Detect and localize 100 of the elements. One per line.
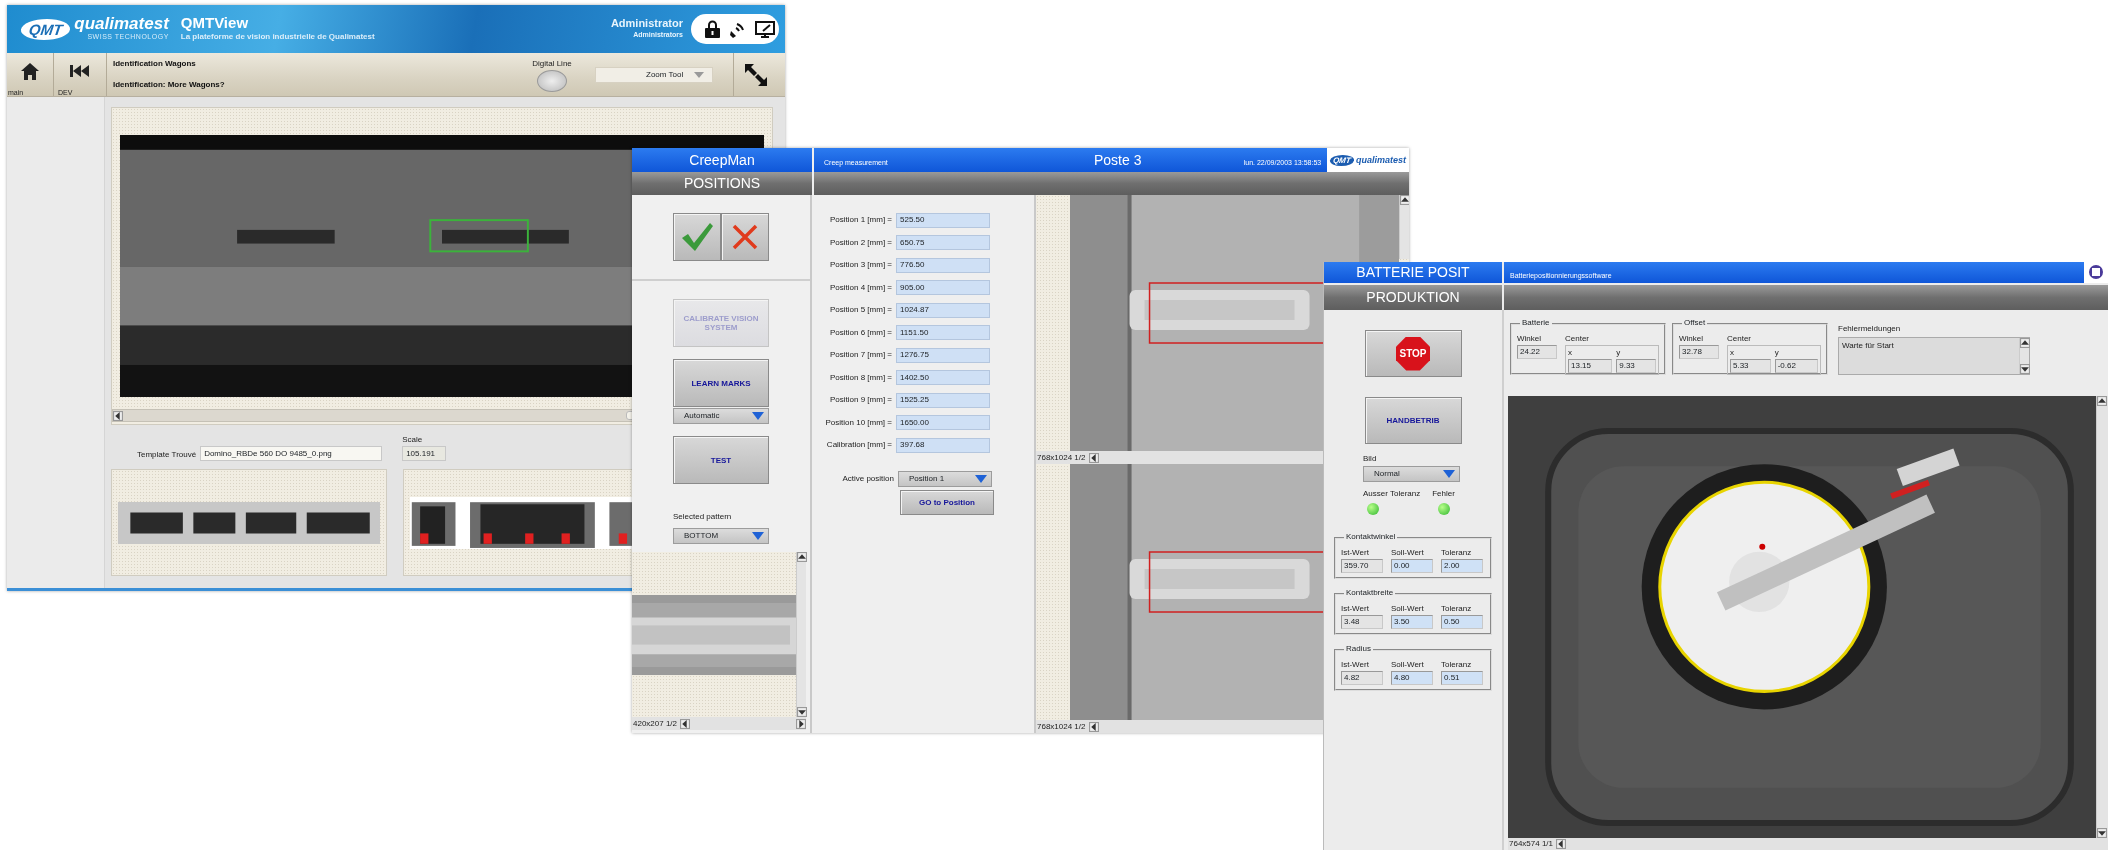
home-icon <box>21 62 39 80</box>
field-label: Ist-Wert <box>1341 603 1370 615</box>
signal-icon[interactable] <box>729 20 746 38</box>
field-label: Bild <box>1363 453 1378 465</box>
toolbar-label: Identification: More Wagons? <box>113 79 226 92</box>
input-field[interactable]: 1525.25 <box>896 392 990 408</box>
input-field[interactable]: -0.62 <box>1774 359 1818 373</box>
input-field[interactable]: 24.22 <box>1517 345 1557 359</box>
toolbar-label: Identification Wagons <box>113 57 197 70</box>
image-size-label: 768x1024 1/2 <box>1037 451 1086 464</box>
field-label: Calibration [mm] = <box>825 439 893 452</box>
dropdown[interactable]: BOTTOM <box>673 528 769 544</box>
app-subtitle: La plateforme de vision industrielle de Qualimatest <box>180 31 375 44</box>
input-field[interactable]: 359.70 <box>1341 559 1383 573</box>
field-label: x <box>1730 347 1735 359</box>
dropdown[interactable]: Automatic <box>673 408 769 424</box>
vertical-scrollbar[interactable] <box>2096 396 2108 838</box>
stop-button[interactable]: STOP <box>1364 330 1462 377</box>
field-label: Ist-Wert <box>1341 547 1370 559</box>
input-field[interactable]: 3.50 <box>1391 615 1433 629</box>
input-field[interactable]: 650.75 <box>896 235 990 251</box>
field-label: Position 4 [mm] = <box>828 281 893 294</box>
input-field[interactable]: 4.82 <box>1341 671 1383 685</box>
input-field[interactable]: 1151.50 <box>896 325 990 341</box>
close-icon <box>730 222 760 252</box>
scroll-arrow-icon[interactable] <box>113 410 123 421</box>
group-title: Batterie <box>1520 319 1552 327</box>
scroll-arrow-icon[interactable] <box>1400 195 1409 205</box>
input-field[interactable]: 3.48 <box>1341 615 1383 629</box>
input-field[interactable]: 4.80 <box>1391 671 1433 685</box>
check-icon <box>680 221 714 253</box>
input-field[interactable]: 525.50 <box>896 212 990 228</box>
dropdown[interactable]: Zoom Tool <box>595 66 713 83</box>
scroll-arrow-icon[interactable] <box>1088 721 1099 732</box>
field-label: Soll-Wert <box>1391 603 1425 615</box>
field-label: Toleranz <box>1441 547 1473 559</box>
cancel-button[interactable] <box>721 213 769 261</box>
input-field[interactable]: 0.00 <box>1391 559 1433 573</box>
app-title: CreepMan <box>689 150 755 170</box>
field-label: Active position <box>841 472 895 485</box>
field-label: Position 5 [mm] = <box>828 304 893 317</box>
caret-icon <box>752 412 764 420</box>
led-label: Digital Line <box>532 58 572 70</box>
group-title: Radius <box>1344 645 1373 653</box>
manual-mode-button[interactable]: HANDBETRIB <box>1364 397 1462 444</box>
scroll-arrow-icon[interactable] <box>797 552 807 562</box>
input-field[interactable]: 105.191 <box>402 446 447 461</box>
vertical-scrollbar[interactable] <box>1399 195 1409 259</box>
caret-icon <box>975 474 987 483</box>
field-label: Ist-Wert <box>1341 659 1370 671</box>
input-field[interactable]: Domino_RBDe 560 DO 9485_0.png <box>200 446 383 461</box>
scroll-arrow-icon[interactable] <box>2097 396 2107 406</box>
message-text: Warte für Start <box>1841 340 1895 352</box>
input-field[interactable]: 13.15 <box>1568 359 1613 373</box>
input-field[interactable]: 32.78 <box>1679 345 1719 359</box>
action-button[interactable]: LEARN MARKS <box>673 359 769 407</box>
field-label: Soll-Wert <box>1391 659 1425 671</box>
input-field[interactable]: 1650.00 <box>896 415 990 431</box>
scroll-arrow-icon[interactable] <box>2020 364 2030 374</box>
caret-icon <box>694 71 704 78</box>
lock-icon[interactable] <box>705 20 720 38</box>
dropdown[interactable]: Position 1 <box>898 470 992 487</box>
test-button[interactable]: TEST <box>673 436 769 484</box>
input-field[interactable]: 9.33 <box>1616 359 1656 373</box>
field-label: Position 9 [mm] = <box>828 394 893 407</box>
section-title: POSITIONS <box>683 174 761 193</box>
field-label: Template Trouvé <box>137 449 197 461</box>
field-label: Winkel <box>1679 333 1704 345</box>
input-field[interactable]: 1402.50 <box>896 370 990 386</box>
scroll-arrow-icon[interactable] <box>797 707 807 717</box>
indicator-label: Fehler <box>1432 488 1455 500</box>
group-title: Kontaktbreite <box>1344 589 1396 597</box>
input-field[interactable]: 1024.87 <box>896 302 990 318</box>
input-field[interactable]: 0.50 <box>1441 615 1483 629</box>
field-label: y <box>1774 347 1780 359</box>
ok-button[interactable] <box>673 213 721 261</box>
input-field[interactable]: 397.68 <box>896 437 990 453</box>
field-label: Soll-Wert <box>1391 547 1425 559</box>
logo-icon <box>2087 263 2105 282</box>
input-field[interactable]: 5.33 <box>1730 359 1771 373</box>
field-label: Fehlermeldungen <box>1838 323 1902 335</box>
scroll-arrow-icon[interactable] <box>1088 452 1099 463</box>
vertical-scrollbar[interactable] <box>2019 338 2029 374</box>
dropdown[interactable]: Normal <box>1363 466 1460 482</box>
scroll-arrow-icon[interactable] <box>796 718 806 729</box>
input-field[interactable]: 905.00 <box>896 280 990 296</box>
input-field[interactable]: 776.50 <box>896 257 990 273</box>
vertical-scrollbar[interactable] <box>796 552 806 717</box>
scroll-arrow-icon[interactable] <box>2020 338 2030 348</box>
monitor-icon[interactable] <box>755 20 775 38</box>
logo-text: qualimatest <box>74 15 169 33</box>
group-title: Kontaktwinkel <box>1344 533 1398 541</box>
go-button[interactable]: GO to Position <box>900 489 994 515</box>
scroll-arrow-icon[interactable] <box>2097 828 2107 838</box>
image-size-label: 768x1024 1/2 <box>1037 720 1086 733</box>
field-label: Winkel <box>1517 333 1542 345</box>
input-field[interactable]: 2.00 <box>1441 559 1483 573</box>
input-field[interactable]: 0.51 <box>1441 671 1483 685</box>
field-label: Position 8 [mm] = <box>828 371 893 384</box>
input-field[interactable]: 1276.75 <box>896 347 990 363</box>
